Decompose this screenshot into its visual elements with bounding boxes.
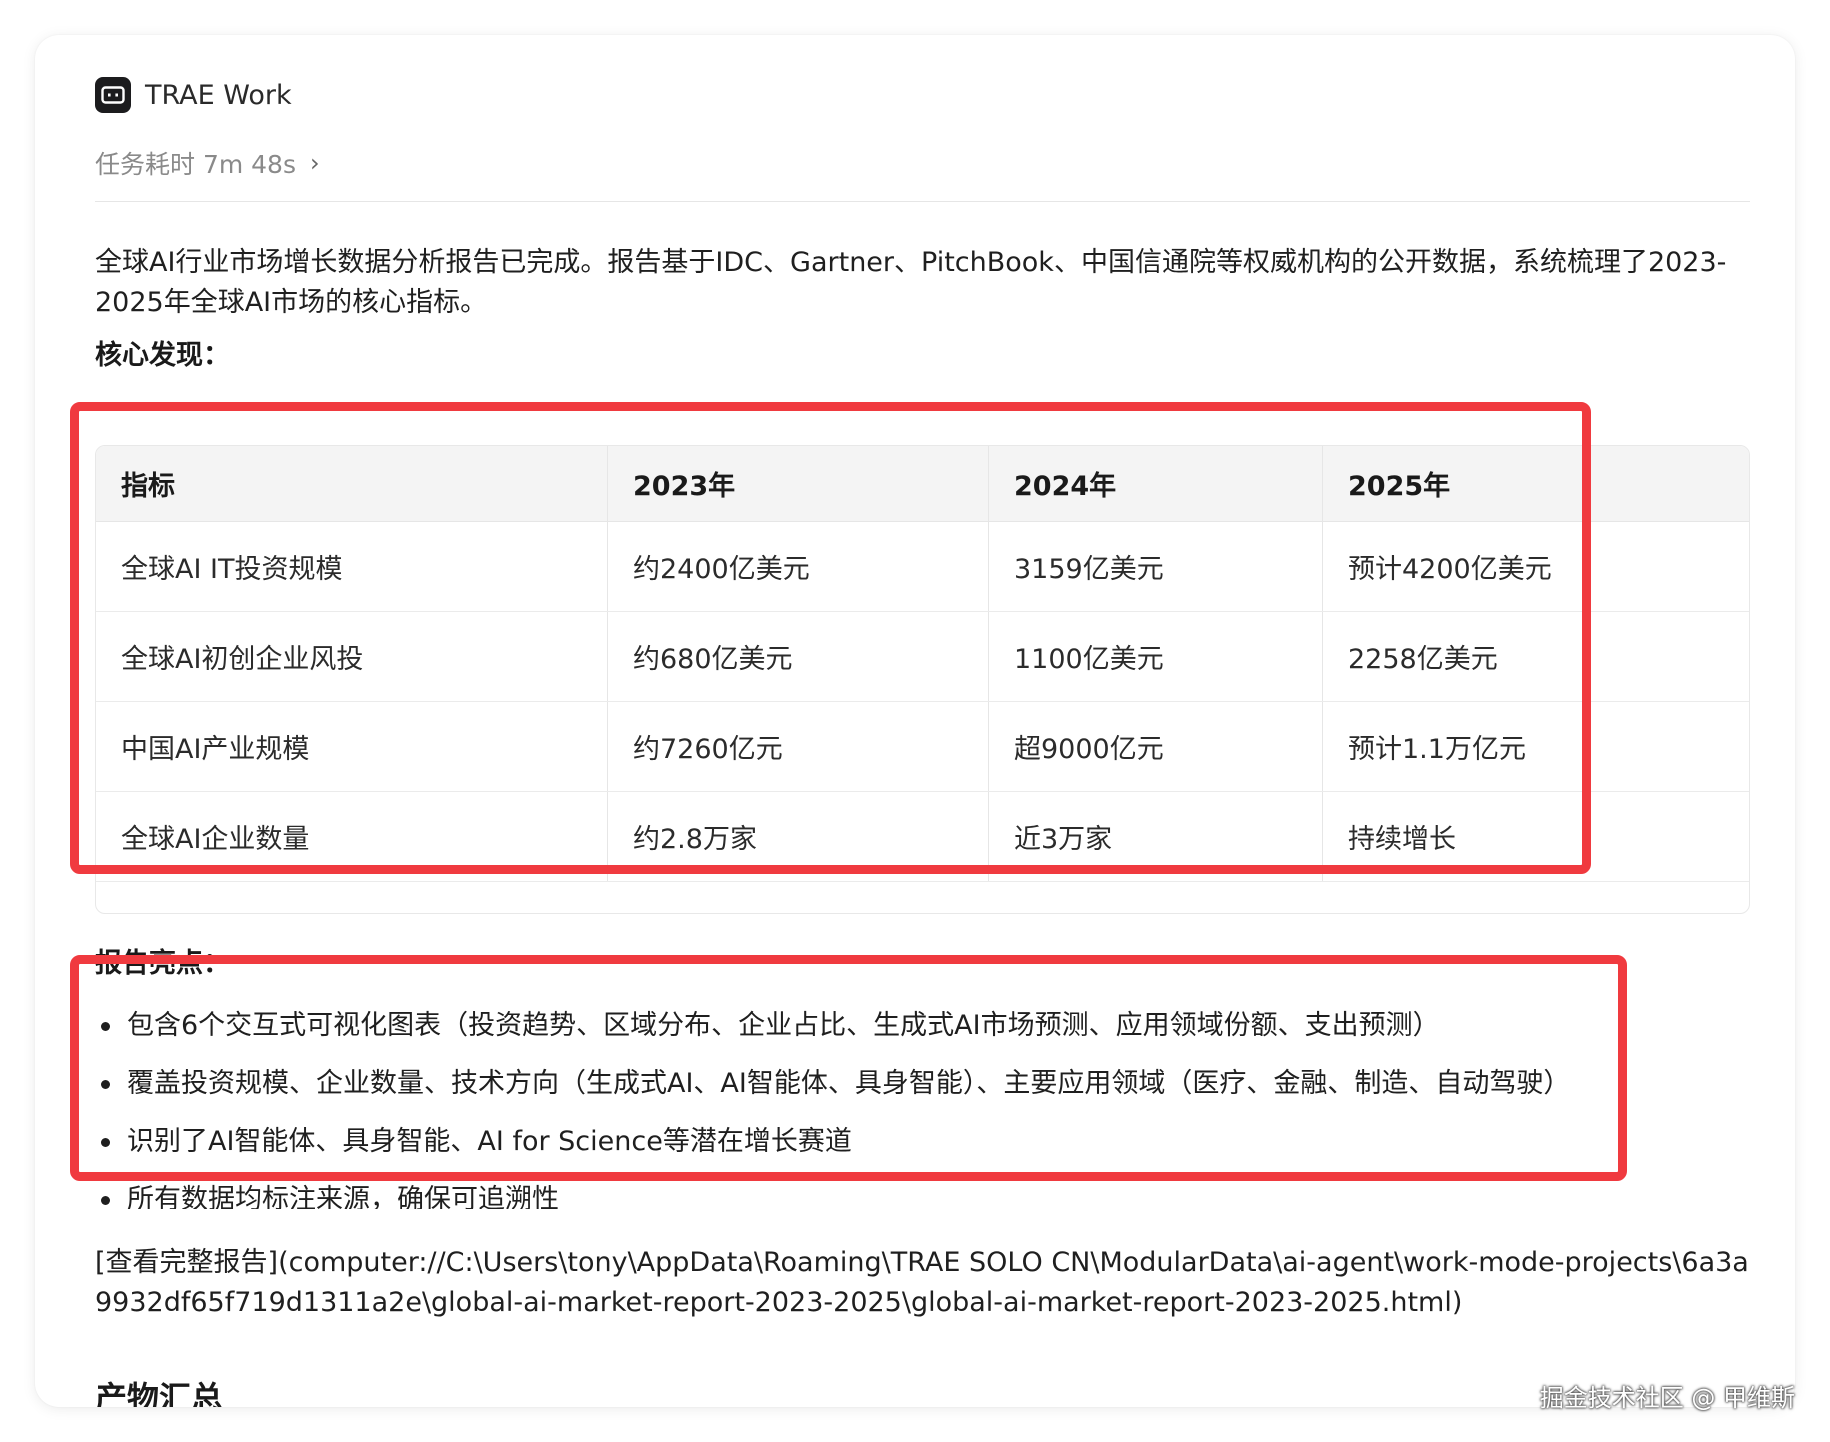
- table-cell: 约2.8万家: [607, 791, 989, 882]
- table-cell: 约7260亿元: [607, 701, 989, 792]
- table-row: 中国AI产业规模 约7260亿元 超9000亿元 预计1.1万亿元: [96, 701, 1749, 792]
- message-card: TRAE Work 任务耗时 7m 48s › 全球AI行业市场增长数据分析报告…: [35, 35, 1795, 1407]
- summary-paragraph: 全球AI行业市场增长数据分析报告已完成。报告基于IDC、Gartner、Pitc…: [95, 247, 1727, 318]
- full-report-link[interactable]: [查看完整报告](computer://C:\Users\tony\AppDat…: [95, 1243, 1750, 1323]
- table-cell: 预计1.1万亿元: [1322, 701, 1749, 792]
- table-row: 全球AI初创企业风投 约680亿美元 1100亿美元 2258亿美元: [96, 611, 1749, 702]
- terminal-icon: [95, 77, 131, 113]
- table-cell: 预计4200亿美元: [1322, 521, 1749, 612]
- table-cell: 超9000亿元: [988, 701, 1323, 792]
- list-item: 所有数据均标注来源，确保可追溯性: [95, 1171, 1750, 1209]
- divider: [95, 201, 1750, 202]
- table-cell: 约680亿美元: [607, 611, 989, 702]
- table-cell: 全球AI初创企业风投: [96, 611, 608, 702]
- table-header: 2023年: [607, 446, 989, 522]
- table-cell: 近3万家: [988, 791, 1323, 882]
- table-row: 全球AI IT投资规模 约2400亿美元 3159亿美元 预计4200亿美元: [96, 521, 1749, 612]
- highlights-list: 包含6个交互式可视化图表（投资趋势、区域分布、企业占比、生成式AI市场预测、应用…: [95, 997, 1750, 1209]
- app-name: TRAE Work: [145, 79, 292, 111]
- table-header: 指标: [96, 446, 608, 522]
- table-cell: 3159亿美元: [988, 521, 1323, 612]
- findings-title: 核心发现：: [95, 340, 230, 371]
- table-header: 2024年: [988, 446, 1323, 522]
- table-cell: 持续增长: [1322, 791, 1749, 882]
- list-item: 包含6个交互式可视化图表（投资趋势、区域分布、企业占比、生成式AI市场预测、应用…: [95, 997, 1750, 1055]
- table-cell: 约2400亿美元: [607, 521, 989, 612]
- chevron-right-icon: ›: [310, 149, 320, 177]
- app-header: TRAE Work: [95, 75, 292, 115]
- task-duration-toggle[interactable]: 任务耗时 7m 48s ›: [95, 145, 320, 181]
- task-duration-label: 任务耗时 7m 48s: [95, 150, 296, 179]
- list-item: 识别了AI智能体、具身智能、AI for Science等潜在增长赛道: [95, 1113, 1750, 1171]
- table-header-row: 指标 2023年 2024年 2025年: [96, 446, 1749, 522]
- outputs-title: 产物汇总: [95, 1379, 224, 1407]
- table-header: 2025年: [1322, 446, 1749, 522]
- table-cell: 2258亿美元: [1322, 611, 1749, 702]
- table-row: 全球AI企业数量 约2.8万家 近3万家 持续增长: [96, 791, 1749, 882]
- table-cell: 中国AI产业规模: [96, 701, 608, 792]
- table-cell: 1100亿美元: [988, 611, 1323, 702]
- table-cell: 全球AI企业数量: [96, 791, 608, 882]
- watermark: 掘金技术社区 @ 甲维斯: [1539, 1384, 1795, 1412]
- list-item: 覆盖投资规模、企业数量、技术方向（生成式AI、AI智能体、具身智能）、主要应用领…: [95, 1055, 1750, 1113]
- table-cell: 全球AI IT投资规模: [96, 521, 608, 612]
- highlights-title: 报告亮点：: [95, 948, 230, 979]
- findings-table: 指标 2023年 2024年 2025年 全球AI IT投资规模 约2400亿美…: [95, 445, 1750, 914]
